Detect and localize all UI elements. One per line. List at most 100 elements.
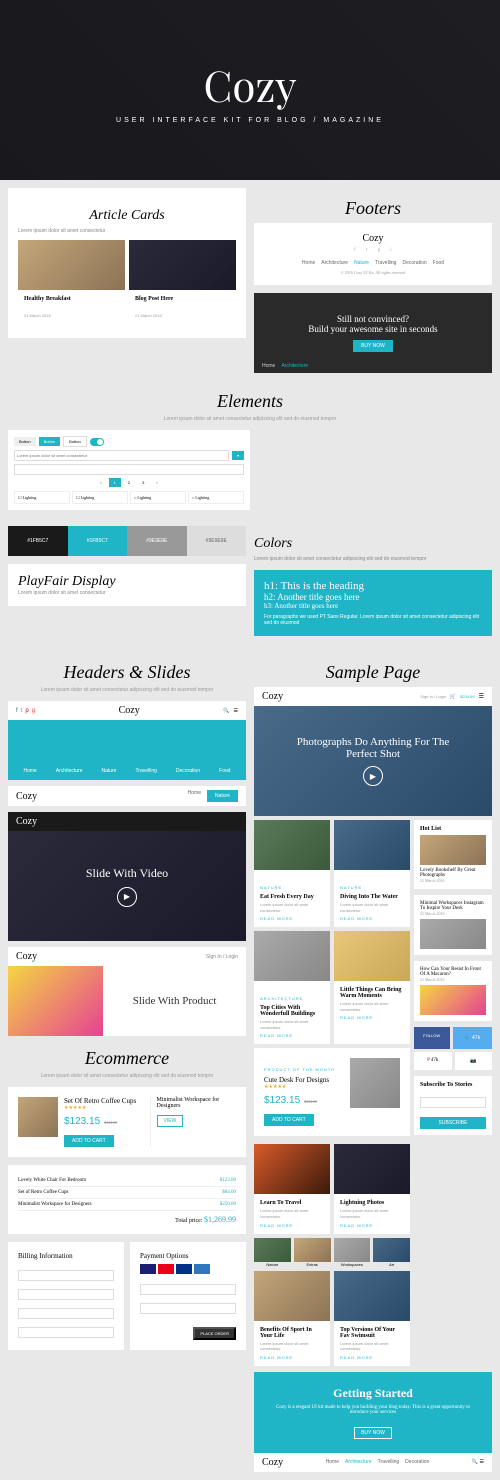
nav-link[interactable]: Nature (354, 260, 369, 266)
text-input[interactable] (14, 450, 229, 461)
article-title[interactable]: Little Things Can Bring Warm Moments (340, 987, 404, 999)
color-swatch: #1FB5C7 (68, 526, 128, 556)
card-input[interactable] (140, 1303, 236, 1314)
pinterest-widget[interactable]: P 47k (414, 1052, 452, 1070)
article-image (129, 240, 236, 290)
widget-title: Hot List (420, 826, 486, 832)
button-primary[interactable]: Button (39, 437, 61, 446)
toggle-switch[interactable] (90, 438, 104, 446)
article-title[interactable]: Learn To Travel (260, 1200, 324, 1206)
nav-item[interactable]: Decoration (176, 768, 200, 774)
billing-input[interactable] (18, 1308, 114, 1319)
pinterest-icon[interactable]: p (25, 708, 28, 714)
article-title[interactable]: Benefits Of Sport In Your Life (260, 1327, 324, 1339)
search-icon[interactable]: 🔍 (223, 708, 229, 714)
billing-input[interactable] (18, 1270, 114, 1281)
rating-stars: ★★★★★ (64, 1105, 144, 1111)
view-button[interactable]: VIEW (157, 1115, 184, 1127)
card-input[interactable] (140, 1284, 236, 1295)
google-icon[interactable]: g (32, 708, 35, 714)
paypal-icon[interactable] (176, 1264, 192, 1274)
nav-link[interactable]: Home (302, 260, 315, 266)
nav-link[interactable]: Decoration (402, 260, 426, 266)
nav-item[interactable]: Architecture (56, 768, 83, 774)
section-footers: Footers (254, 198, 492, 219)
place-order-button[interactable]: PLACE ORDER (193, 1327, 236, 1340)
article-title[interactable]: Eat Fresh Every Day (260, 894, 324, 900)
buy-now-button[interactable]: BUY NOW (353, 340, 393, 352)
product-title[interactable]: Set Of Retro Coffee Cups (64, 1097, 144, 1105)
follow-button[interactable]: FOLLOW (414, 1027, 450, 1049)
nav-item[interactable]: Travelling (135, 768, 157, 774)
product-title[interactable]: Minimalist Workspace for Designers (157, 1097, 237, 1109)
cta-sub: Build your awesome site in seconds (308, 324, 437, 334)
nav-item[interactable]: Home (23, 768, 36, 774)
nav-link[interactable]: Travelling (375, 260, 397, 266)
twitter-widget[interactable]: 🐦 47k (453, 1027, 493, 1049)
twitter-icon[interactable]: t (21, 708, 23, 714)
facebook-icon[interactable]: f (351, 248, 359, 256)
search-icon[interactable]: 🔍 (472, 1459, 478, 1465)
section-elements: Elements (8, 391, 492, 412)
typo-h1: h1: This is the heading (264, 580, 482, 592)
play-icon[interactable]: ▶ (117, 887, 137, 907)
instagram-icon[interactable]: i (387, 248, 395, 256)
product-image (18, 1097, 58, 1137)
article-title[interactable]: Diving Into The Water (340, 894, 404, 900)
header-logo[interactable]: Cozy (119, 705, 140, 716)
category-thumb[interactable] (334, 1238, 371, 1262)
cart-total[interactable]: $234.69 (460, 694, 474, 699)
read-more-link[interactable]: READ MORE (260, 916, 324, 921)
add-to-cart-button[interactable]: ADD TO CART (264, 1114, 314, 1126)
login-link[interactable]: Sign In / Login (420, 694, 446, 699)
article-title[interactable]: Healthy Breakfast (24, 296, 119, 302)
nav-link[interactable]: Architecture (321, 260, 348, 266)
category-thumb[interactable] (254, 1238, 291, 1262)
hero-title: Cozy (203, 57, 296, 113)
subscribe-button[interactable]: SUBSCRIBE (420, 1117, 486, 1129)
button-default[interactable]: Button (14, 437, 36, 446)
article-title[interactable]: Lightning Photos (340, 1200, 404, 1206)
typo-h2: h2: Another title goes here (264, 592, 482, 602)
color-swatch: #1FB5C7 (8, 526, 68, 556)
buy-now-button[interactable]: BUY NOW (354, 1427, 392, 1439)
nav-item[interactable]: Nature (101, 768, 116, 774)
nav-item[interactable]: Food (219, 768, 230, 774)
cart-item: Lovely White Chair For Bedroom$123.00 (18, 1175, 236, 1187)
play-icon[interactable]: ▶ (363, 766, 383, 786)
billing-input[interactable] (18, 1327, 114, 1338)
category-thumb[interactable] (373, 1238, 410, 1262)
payment-title: Payment Options (140, 1252, 236, 1260)
cart-item: Set of Retro Coffee Cups$84.00 (18, 1187, 236, 1199)
email-input[interactable] (420, 1097, 486, 1108)
visa-icon[interactable] (140, 1264, 156, 1274)
add-to-cart-button[interactable]: ADD TO CART (64, 1135, 114, 1147)
menu-icon[interactable]: ☰ (480, 1459, 484, 1465)
amex-icon[interactable] (194, 1264, 210, 1274)
sample-logo[interactable]: Cozy (262, 691, 283, 702)
typo-h3: h3: Another title goes here (264, 602, 482, 610)
menu-icon[interactable]: ☰ (479, 693, 484, 700)
instagram-widget[interactable]: 📷 (455, 1052, 493, 1070)
article-title[interactable]: Top Versions Of Your Fav Swimsuit (340, 1327, 404, 1339)
subscribe-title: Subscribe To Stories (420, 1082, 486, 1088)
mastercard-icon[interactable] (158, 1264, 174, 1274)
section-sample: Sample Page (254, 662, 492, 683)
search-input[interactable] (14, 464, 244, 475)
billing-title: Billing Information (18, 1252, 114, 1260)
color-swatch: #9E9E9E (187, 526, 247, 556)
dropdown[interactable]: ▾ (232, 451, 244, 460)
article-title[interactable]: Blog Post Here (135, 296, 230, 302)
section-typography: PlayFair Display (18, 574, 236, 590)
nav-link[interactable]: Food (433, 260, 444, 266)
menu-icon[interactable]: ☰ (234, 708, 238, 714)
hero-subtitle: USER INTERFACE KIT FOR BLOG / MAGAZINE (116, 117, 384, 124)
billing-input[interactable] (18, 1289, 114, 1300)
footer-logo: Cozy (264, 233, 482, 244)
twitter-icon[interactable]: t (363, 248, 371, 256)
button-outline[interactable]: Button (63, 436, 87, 447)
pinterest-icon[interactable]: p (375, 248, 383, 256)
category-thumb[interactable] (294, 1238, 331, 1262)
facebook-icon[interactable]: f (16, 708, 18, 714)
article-title[interactable]: Top Cities With Wonderfull Buildings (260, 1005, 324, 1017)
